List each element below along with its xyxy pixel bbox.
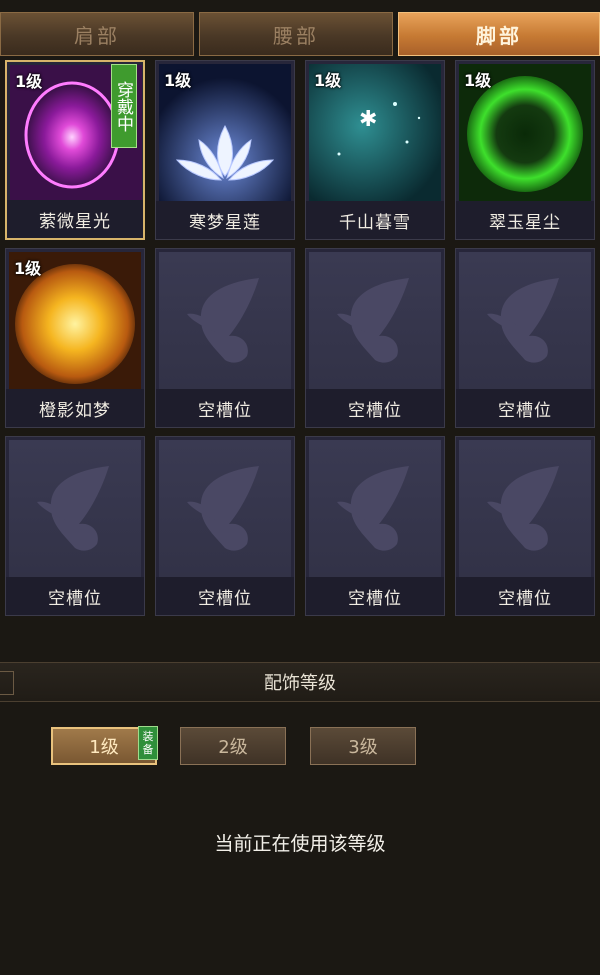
level-3-button[interactable]: 3级 (310, 727, 416, 765)
slot-name: 千山暮雪 (306, 201, 444, 239)
butterfly-icon (187, 278, 259, 363)
butterfly-icon (487, 466, 559, 551)
worn-badge: 穿戴中 (111, 64, 137, 148)
butterfly-icon (37, 466, 109, 551)
slot-name: 空槽位 (306, 577, 444, 615)
slot-name: 空槽位 (156, 577, 294, 615)
status-text: 当前正在使用该等级 (214, 833, 386, 855)
section-header: 配饰等级 (0, 662, 600, 702)
slot-name: 萦微星光 (7, 200, 143, 238)
slot-name: 空槽位 (6, 577, 144, 615)
slot-name: 空槽位 (156, 389, 294, 427)
slot-8[interactable]: 空槽位 (455, 248, 595, 428)
butterfly-icon (187, 466, 259, 551)
slot-10[interactable]: 空槽位 (155, 436, 295, 616)
level-badge: 1级 (15, 72, 43, 91)
level-badge: 1级 (164, 71, 192, 90)
level-badge: 1级 (314, 71, 342, 90)
slot-name: 寒梦星莲 (156, 201, 294, 239)
slot-name: 橙影如梦 (6, 389, 144, 427)
butterfly-icon (337, 466, 409, 551)
level-2-button[interactable]: 2级 (180, 727, 286, 765)
equipped-badge: 装备 (138, 726, 158, 760)
slot-name: 翠玉星尘 (456, 201, 594, 239)
tab-waist[interactable]: 腰部 (199, 12, 393, 56)
slot-name: 空槽位 (456, 577, 594, 615)
slot-name: 空槽位 (306, 389, 444, 427)
tab-foot[interactable]: 脚部 (398, 12, 600, 56)
slot-11[interactable]: 空槽位 (305, 436, 445, 616)
slot-name: 空槽位 (456, 389, 594, 427)
slot-12[interactable]: 空槽位 (455, 436, 595, 616)
butterfly-icon (337, 278, 409, 363)
slot-1[interactable]: 1级 穿戴中 萦微星光 (5, 60, 145, 240)
slot-2[interactable]: 1级 寒梦星莲 (155, 60, 295, 240)
tab-bar: 肩部 腰部 脚部 (0, 12, 600, 56)
slot-6[interactable]: 空槽位 (155, 248, 295, 428)
slot-7[interactable]: 空槽位 (305, 248, 445, 428)
slot-3[interactable]: ✱ 1级 千山暮雪 (305, 60, 445, 240)
tab-shoulder[interactable]: 肩部 (0, 12, 194, 56)
svg-text:✱: ✱ (359, 107, 377, 132)
level-badge: 1级 (14, 259, 42, 278)
section-title: 配饰等级 (264, 673, 336, 694)
slot-4[interactable]: 1级 翠玉星尘 (455, 60, 595, 240)
level-badge: 1级 (464, 71, 492, 90)
slot-5[interactable]: 1级 橙影如梦 (5, 248, 145, 428)
slot-9[interactable]: 空槽位 (5, 436, 145, 616)
butterfly-icon (487, 278, 559, 363)
